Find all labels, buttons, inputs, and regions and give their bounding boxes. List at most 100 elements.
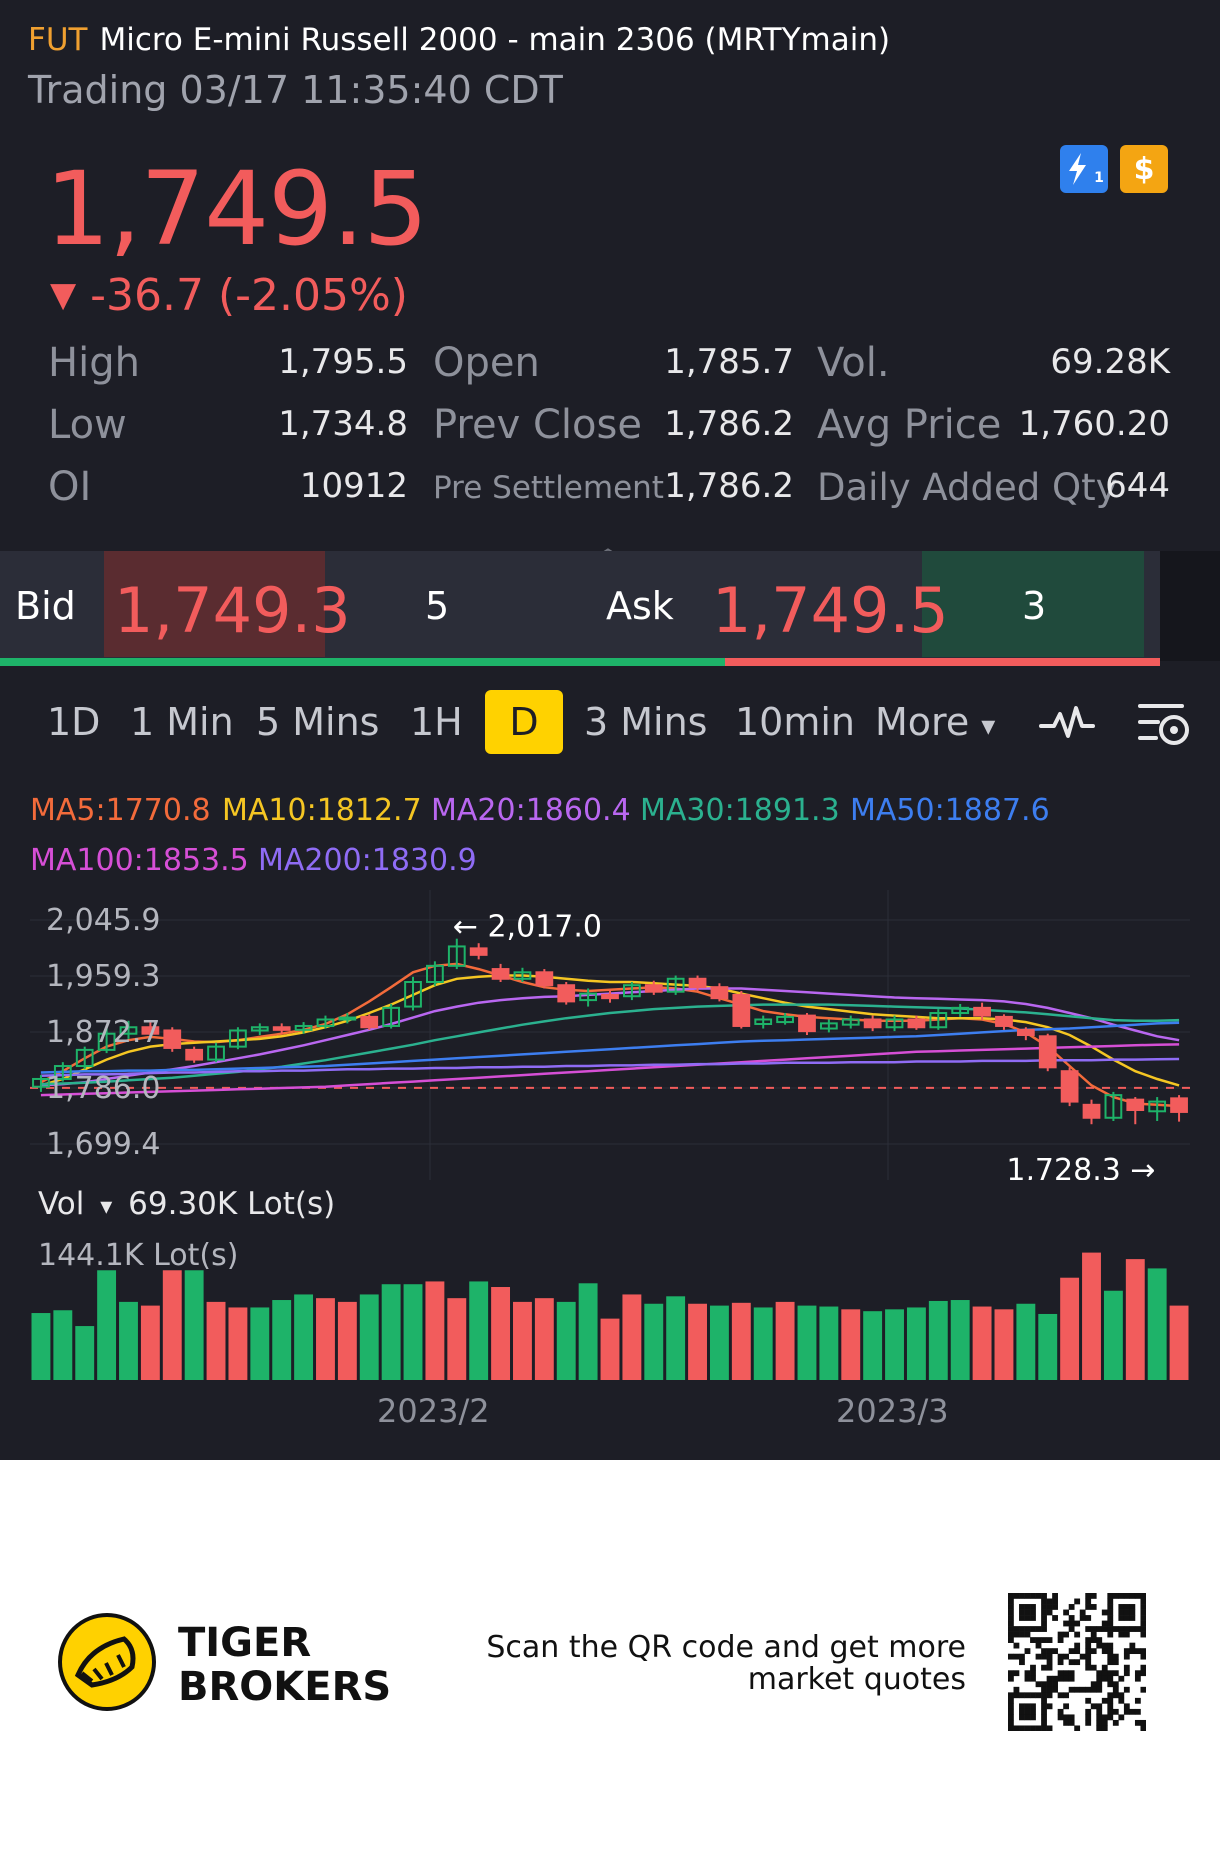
ma200-legend: MA200:1830.9 — [258, 843, 477, 878]
candle — [1170, 1095, 1188, 1122]
qr-module — [1134, 1719, 1141, 1726]
bid-size: 5 — [425, 584, 450, 628]
stat-value-pre-settlement: 1,786.2 — [664, 466, 794, 506]
bid-ratio-bar — [0, 658, 725, 666]
qr-module — [1068, 1719, 1075, 1726]
qr-module — [1096, 1637, 1103, 1643]
low-marker: 1,728.3 → — [1006, 1153, 1155, 1180]
tab-more[interactable]: More ▾ — [875, 700, 995, 744]
candlestick-chart[interactable]: 2,045.9 1,959.3 1,872.7 1,786.0 1,699.4 ← 2,0… — [0, 880, 1220, 1180]
qr-module — [1068, 1659, 1075, 1666]
qr-module — [1107, 1714, 1114, 1721]
candle — [863, 1015, 882, 1032]
qr-module — [1041, 1648, 1047, 1655]
tab-1-min[interactable]: 1 Min — [130, 700, 234, 744]
qr-module — [1063, 1670, 1070, 1677]
qr-module — [1019, 1604, 1025, 1610]
qr-module — [1046, 1659, 1053, 1666]
qr-module — [1019, 1659, 1025, 1666]
stat-label-pre-settlement: Pre Settlement — [433, 470, 664, 506]
ask-price[interactable]: 1,749.5 — [712, 574, 949, 647]
candle — [535, 969, 554, 989]
qr-module — [1107, 1681, 1114, 1688]
qr-module — [1140, 1609, 1146, 1616]
qr-module — [1074, 1686, 1081, 1693]
qr-module — [1041, 1626, 1047, 1632]
qr-module — [1019, 1725, 1025, 1731]
tab-1d[interactable]: 1D — [47, 700, 100, 744]
qr-module — [1123, 1615, 1130, 1621]
candle-body — [907, 1018, 926, 1029]
dollar-icon[interactable]: $ — [1120, 145, 1168, 193]
tab-10min[interactable]: 10min — [735, 700, 855, 744]
tab-5-mins[interactable]: 5 Mins — [256, 700, 379, 744]
qr-module — [1063, 1653, 1070, 1660]
volume-bar — [1038, 1313, 1058, 1380]
qr-module — [1013, 1686, 1020, 1693]
volume-bar — [556, 1301, 576, 1380]
qr-module — [1107, 1631, 1114, 1638]
tab-3-mins[interactable]: 3 Mins — [584, 700, 707, 744]
chevron-down-icon: ▾ — [981, 709, 996, 742]
qr-module — [1041, 1719, 1047, 1726]
qr-module — [1112, 1686, 1119, 1693]
qr-module — [1107, 1708, 1114, 1715]
qr-module — [1085, 1714, 1092, 1721]
qr-module — [1019, 1703, 1025, 1710]
candle — [819, 1019, 838, 1033]
qr-module — [1041, 1593, 1047, 1599]
qr-module — [1074, 1631, 1081, 1638]
qr-module — [1024, 1703, 1031, 1710]
qr-module — [1008, 1708, 1014, 1715]
volume-chart[interactable] — [0, 1230, 1220, 1390]
qr-module — [1123, 1708, 1130, 1715]
qr-module — [1112, 1719, 1119, 1726]
qr-module — [1140, 1598, 1146, 1605]
volume-bar — [53, 1310, 73, 1380]
tab-1h[interactable]: 1H — [410, 700, 463, 744]
volume-current: 69.30K Lot(s) — [128, 1186, 336, 1222]
qr-module — [1101, 1670, 1108, 1677]
ask-label: Ask — [606, 584, 674, 628]
lightning-icon[interactable]: 1 — [1060, 145, 1108, 193]
candle — [885, 1015, 904, 1032]
qr-module — [1057, 1631, 1064, 1638]
bid-price[interactable]: 1,749.3 — [114, 574, 351, 647]
candle-body — [644, 984, 663, 993]
qr-module — [1035, 1626, 1042, 1632]
qr-module — [1008, 1653, 1014, 1660]
qr-module — [1096, 1708, 1103, 1715]
qr-module — [1074, 1648, 1081, 1655]
qr-module — [1140, 1686, 1146, 1693]
qr-module — [1046, 1604, 1053, 1610]
qr-module — [1085, 1593, 1092, 1599]
stat-value-daily-added-qty: 644 — [1105, 466, 1170, 506]
candle — [798, 1013, 816, 1036]
qr-module — [1030, 1664, 1036, 1671]
qr-module — [1118, 1692, 1125, 1699]
volume-bar — [709, 1305, 729, 1380]
indicator-wave-icon[interactable] — [1038, 700, 1096, 746]
volume-bar — [250, 1307, 270, 1380]
qr-module — [1052, 1598, 1058, 1605]
candle-body — [798, 1014, 816, 1033]
chart-settings-icon[interactable] — [1136, 700, 1192, 748]
qr-module — [1112, 1593, 1119, 1599]
volume-bar — [666, 1296, 686, 1380]
qr-module — [1057, 1670, 1064, 1677]
tab-d-active[interactable]: D — [485, 690, 563, 754]
qr-module — [1068, 1675, 1075, 1682]
qr-module — [1123, 1648, 1130, 1655]
candle-body — [1170, 1097, 1188, 1113]
qr-module — [1140, 1626, 1146, 1632]
qr-module — [1085, 1648, 1092, 1655]
qr-module — [1013, 1642, 1020, 1649]
dollar-symbol: $ — [1133, 151, 1155, 187]
volume-bar — [294, 1294, 314, 1380]
qr-module — [1008, 1670, 1014, 1677]
qr-module — [1123, 1686, 1130, 1693]
qr-module — [1118, 1631, 1125, 1638]
volume-header[interactable]: Vol ▾ 69.30K Lot(s) — [38, 1186, 335, 1222]
candle — [1038, 1033, 1057, 1072]
qr-module — [1079, 1609, 1086, 1616]
